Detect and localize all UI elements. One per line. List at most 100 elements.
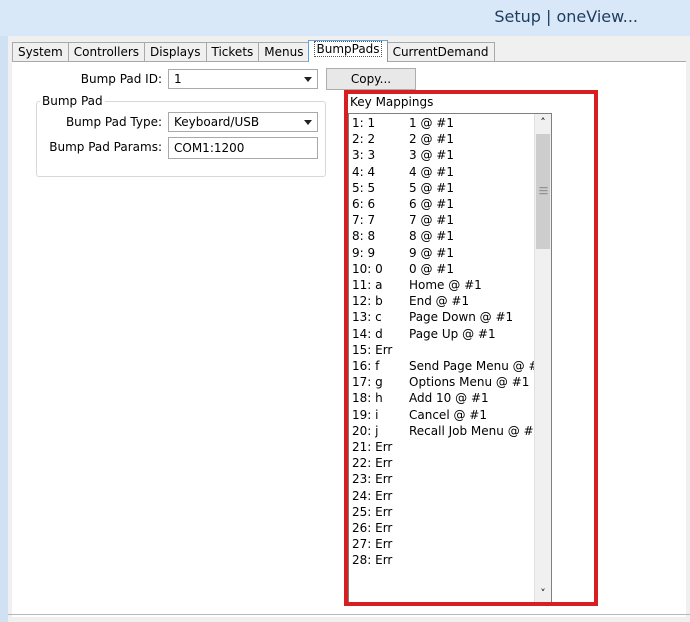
key-code: 21: Err bbox=[352, 440, 393, 454]
key-code: 22: Err bbox=[352, 456, 393, 471]
tab-currentdemand[interactable]: CurrentDemand bbox=[386, 42, 495, 61]
bump-pad-group-title: Bump Pad bbox=[40, 94, 105, 108]
key-code: 16: f bbox=[352, 359, 380, 373]
window-title: Setup | oneView... bbox=[494, 7, 638, 26]
tab-controllers[interactable]: Controllers bbox=[67, 42, 146, 61]
key-code: 24: Err bbox=[352, 488, 393, 503]
key-code: 9: 9 bbox=[352, 245, 376, 260]
key-code: 25: Err bbox=[352, 504, 393, 519]
list-item[interactable]: 2: 2 2 @ #1 bbox=[352, 132, 551, 148]
bump-pad-type-select[interactable]: Keyboard/USB bbox=[168, 112, 318, 132]
list-item[interactable]: 26: Err bbox=[352, 521, 551, 537]
list-item[interactable]: 15: Err bbox=[352, 342, 551, 359]
list-item[interactable]: 28: Err bbox=[352, 553, 551, 569]
list-item[interactable]: 10: 0 0 @ #1 bbox=[352, 261, 551, 278]
tab-displays[interactable]: Displays bbox=[144, 42, 207, 61]
key-code: 6: 6 bbox=[352, 197, 376, 211]
key-code: 15: Err bbox=[352, 342, 393, 357]
key-code: 23: Err bbox=[352, 472, 393, 487]
bumppads-panel: Bump Pad ID: 1 Copy... Bump Pad Bump Pad… bbox=[12, 61, 686, 617]
list-item[interactable]: 19: i Cancel @ #1 bbox=[352, 407, 551, 424]
bump-pad-id-select[interactable]: 1 bbox=[168, 69, 318, 89]
tab-tickets[interactable]: Tickets bbox=[205, 42, 260, 61]
list-item[interactable]: 3: 3 3 @ #1 bbox=[352, 148, 551, 164]
key-action: Home @ #1 bbox=[409, 278, 482, 292]
key-code: 17: g bbox=[352, 375, 383, 390]
key-action: 3 @ #1 bbox=[409, 148, 454, 163]
key-code: 7: 7 bbox=[352, 213, 376, 228]
key-action: 0 @ #1 bbox=[409, 261, 454, 276]
key-action: Page Down @ #1 bbox=[409, 310, 514, 325]
bump-pad-id-label: Bump Pad ID: bbox=[80, 72, 162, 86]
key-code: 19: i bbox=[352, 407, 379, 422]
window-client: System Controllers Displays Tickets Menu… bbox=[8, 36, 690, 622]
list-item[interactable]: 23: Err bbox=[352, 472, 551, 488]
key-code: 18: h bbox=[352, 391, 383, 406]
list-item[interactable]: 11: a Home @ #1 bbox=[352, 278, 551, 294]
key-code: 13: c bbox=[352, 310, 382, 325]
list-item[interactable]: 16: f Send Page Menu @ #1 bbox=[352, 359, 551, 375]
key-action: End @ #1 bbox=[409, 294, 470, 309]
key-code: 12: b bbox=[352, 294, 383, 309]
key-code: 8: 8 bbox=[352, 229, 376, 244]
list-item[interactable]: 6: 6 6 @ #1 bbox=[352, 197, 551, 213]
key-code: 5: 5 bbox=[352, 180, 376, 195]
list-item[interactable]: 4: 4 4 @ #1 bbox=[352, 164, 551, 181]
key-code: 28: Err bbox=[352, 553, 393, 568]
key-code: 2: 2 bbox=[352, 132, 376, 147]
list-item[interactable]: 14: d Page Up @ #1 bbox=[352, 326, 551, 343]
title-bar: Setup | oneView... bbox=[0, 0, 690, 36]
tab-strip: System Controllers Displays Tickets Menu… bbox=[12, 40, 495, 62]
key-code: 20: j bbox=[352, 423, 379, 438]
list-item[interactable]: 21: Err bbox=[352, 440, 551, 456]
list-item[interactable]: 13: c Page Down @ #1 bbox=[352, 310, 551, 326]
scroll-up-icon[interactable]: ˄ bbox=[535, 114, 551, 131]
grip-icon: — — — bbox=[539, 183, 548, 199]
scroll-down-icon[interactable]: ˅ bbox=[535, 585, 551, 602]
list-item[interactable]: 22: Err bbox=[352, 456, 551, 472]
key-mappings-title: Key Mappings bbox=[348, 95, 436, 109]
list-item[interactable]: 8: 8 8 @ #1 bbox=[352, 229, 551, 245]
list-item[interactable]: 20: j Recall Job Menu @ #1 bbox=[352, 423, 551, 440]
tab-system[interactable]: System bbox=[12, 42, 69, 61]
list-item[interactable]: 17: g Options Menu @ #1 bbox=[352, 375, 551, 391]
chevron-down-icon bbox=[304, 77, 312, 82]
tab-menus[interactable]: Menus bbox=[258, 42, 310, 61]
list-item[interactable]: 9: 9 9 @ #1 bbox=[352, 245, 551, 262]
list-item[interactable]: 1: 1 1 @ #1 bbox=[352, 116, 551, 132]
key-action: 8 @ #1 bbox=[409, 229, 454, 244]
key-action: 5 @ #1 bbox=[409, 180, 454, 195]
copy-button[interactable]: Copy... bbox=[326, 68, 416, 90]
list-item[interactable]: 24: Err bbox=[352, 488, 551, 505]
list-item[interactable]: 25: Err bbox=[352, 504, 551, 521]
key-code: 1: 1 bbox=[352, 116, 376, 130]
list-item[interactable]: 5: 5 5 @ #1 bbox=[352, 180, 551, 197]
list-item[interactable]: 12: b End @ #1 bbox=[352, 294, 551, 310]
key-action: Options Menu @ #1 bbox=[409, 375, 530, 390]
bump-pad-type-value: Keyboard/USB bbox=[174, 115, 260, 129]
key-action: 2 @ #1 bbox=[409, 132, 454, 147]
key-action: 9 @ #1 bbox=[409, 245, 454, 260]
key-action: Cancel @ #1 bbox=[409, 407, 487, 422]
list-item[interactable]: 7: 7 7 @ #1 bbox=[352, 213, 551, 229]
key-action: Send Page Menu @ #1 bbox=[409, 359, 547, 373]
bump-pad-type-label: Bump Pad Type: bbox=[65, 115, 162, 129]
scroll-thumb[interactable]: — — — bbox=[536, 134, 550, 249]
status-divider bbox=[8, 614, 690, 615]
key-code: 4: 4 bbox=[352, 164, 376, 179]
key-action: Recall Job Menu @ #1 bbox=[409, 423, 542, 438]
window-border-left bbox=[0, 36, 8, 622]
tab-bumppads[interactable]: BumpPads bbox=[308, 40, 388, 62]
key-action: 4 @ #1 bbox=[409, 164, 454, 179]
list-item[interactable]: 27: Err bbox=[352, 537, 551, 553]
key-mappings-scrollbar[interactable]: ˄ — — — ˅ bbox=[534, 114, 551, 602]
key-code: 26: Err bbox=[352, 521, 393, 535]
bump-pad-params-field[interactable]: COM1:1200 bbox=[168, 137, 318, 159]
key-mappings-list[interactable]: 1: 1 1 @ #1 2: 2 2 @ #1 3: 3 3 @ #1 4: 4 4 @ #1… bbox=[348, 113, 552, 603]
key-code: 11: a bbox=[352, 278, 383, 292]
key-code: 10: 0 bbox=[352, 261, 383, 276]
list-item[interactable]: 18: h Add 10 @ #1 bbox=[352, 391, 551, 407]
bump-pad-id-value: 1 bbox=[174, 72, 182, 86]
chevron-down-icon bbox=[304, 120, 312, 125]
key-code: 14: d bbox=[352, 326, 383, 341]
